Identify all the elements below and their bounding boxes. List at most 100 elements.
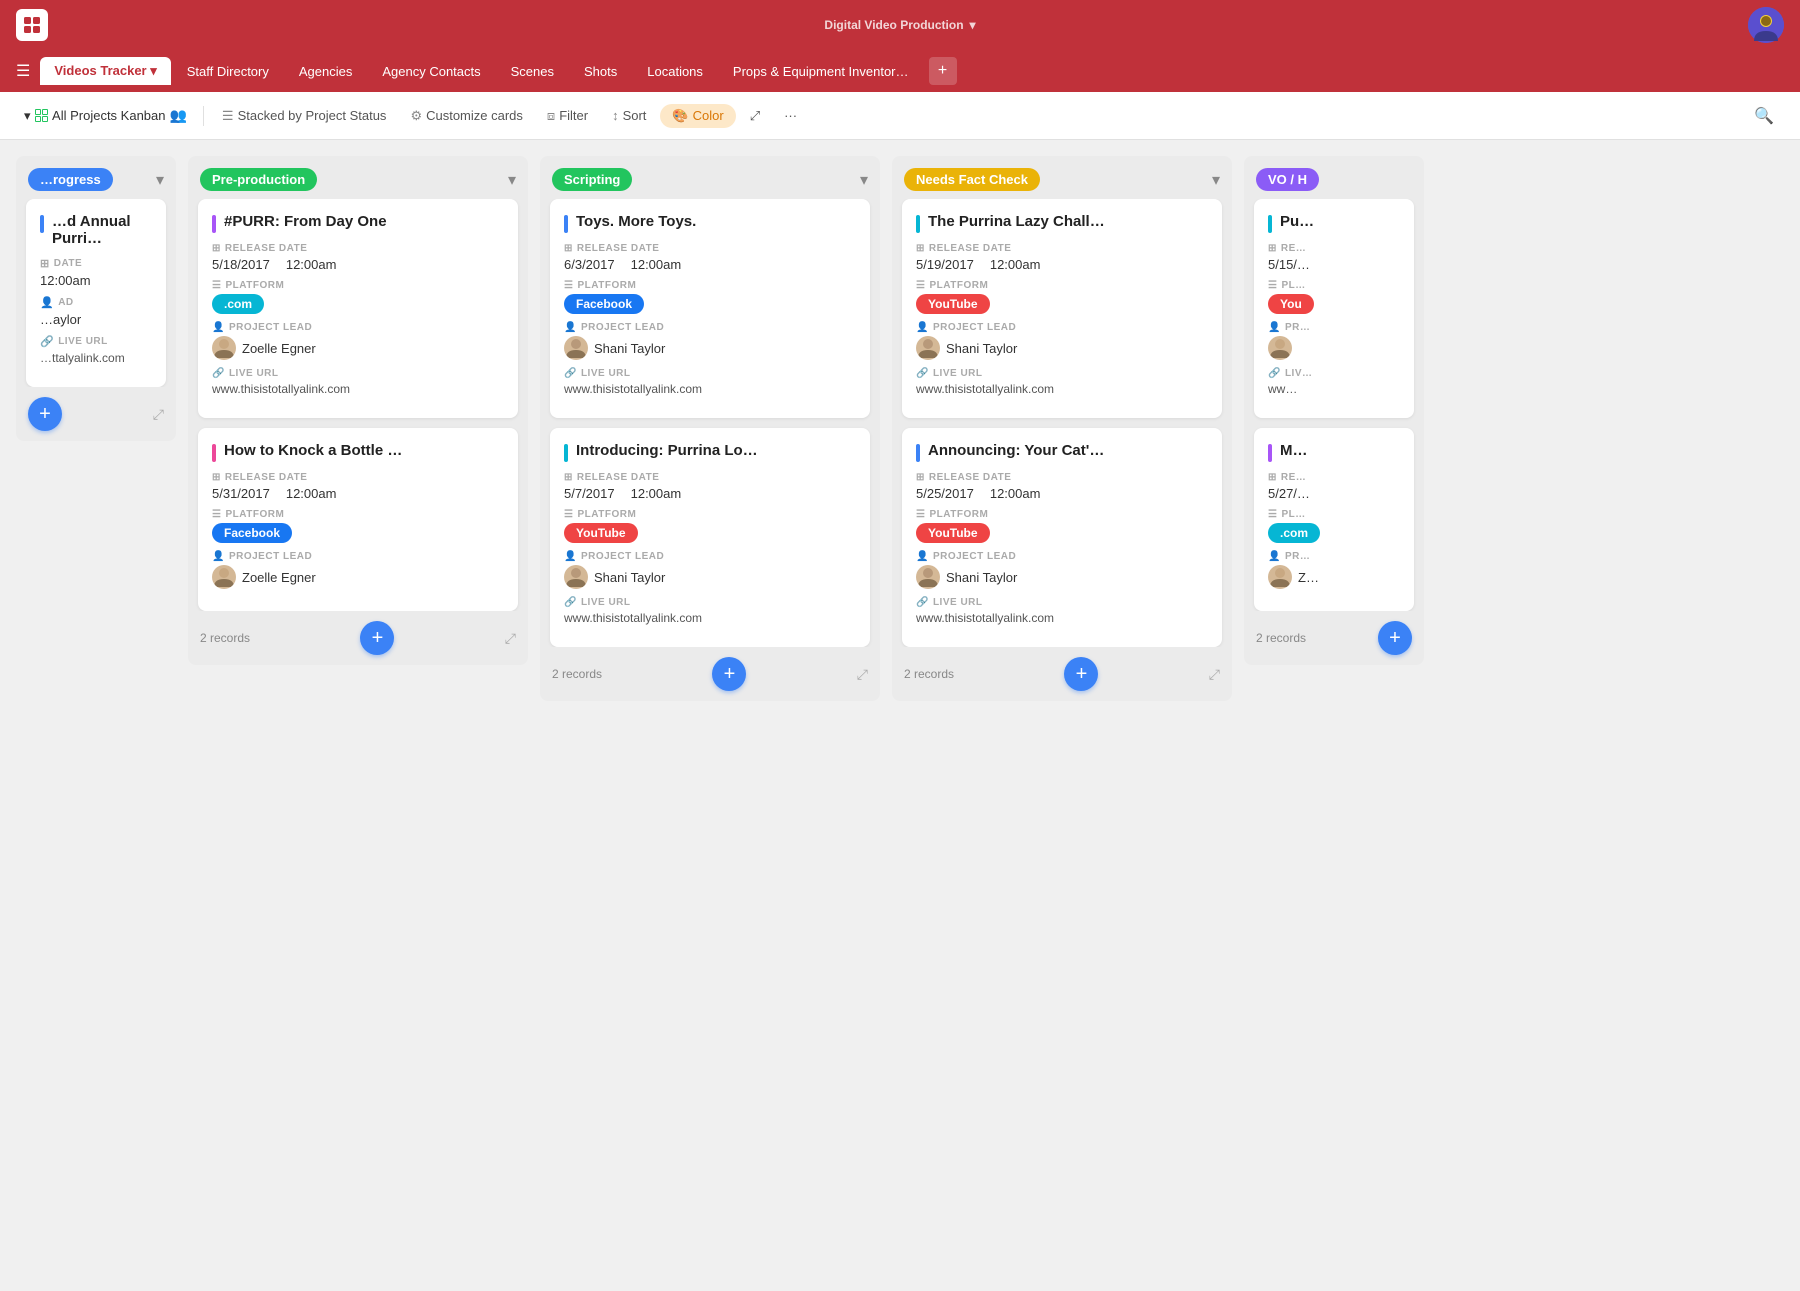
column-pre-production: Pre-production ▾ #PURR: From Day One ⊞ R… [188, 156, 528, 665]
card-field-release-vo-1: ⊞ RE… 5/15/… [1268, 243, 1400, 272]
sort-button[interactable]: ↕ Sort [602, 104, 656, 127]
app-title: Digital Video Production ▾ [824, 18, 975, 32]
expand-icon-in-progress[interactable]: ⤢ [153, 406, 164, 423]
card-color-bar [212, 444, 216, 462]
card-field-project-lead-4: 👤 PROJECT LEAD Shani Taylor [564, 551, 856, 589]
column-chevron-scripting[interactable]: ▾ [860, 170, 868, 190]
card-field-lead-vo-1: 👤 PR… [1268, 322, 1400, 360]
card-announcing-your-cat[interactable]: Announcing: Your Cat'… ⊞ RELEASE DATE 5/… [902, 428, 1222, 647]
card-color-bar [1268, 444, 1272, 462]
customize-label: Customize cards [426, 108, 523, 123]
add-card-button-in-progress[interactable]: + [28, 397, 62, 431]
card-toys-more-toys[interactable]: Toys. More Toys. ⊞ RELEASE DATE 6/3/2017… [550, 199, 870, 418]
card-field-release-date-5: ⊞ RELEASE DATE 5/19/2017 12:00am [916, 243, 1208, 272]
add-card-button-pre-production[interactable]: + [360, 621, 394, 655]
live-url-1: www.thisistotallyalink.com [212, 382, 504, 396]
column-header-vo: VO / H [1244, 156, 1424, 199]
column-cards-fact-check: The Purrina Lazy Chall… ⊞ RELEASE DATE 5… [892, 199, 1232, 647]
card-vo-2[interactable]: M… ⊞ RE… 5/27/… ☰ PL… .com [1254, 428, 1414, 611]
card-field-release-date: ⊞ DATE 12:00am [40, 257, 152, 288]
card-vo-1[interactable]: Pu… ⊞ RE… 5/15/… ☰ PL… You [1254, 199, 1414, 418]
release-date-icon: ⊞ [212, 243, 221, 254]
card-introducing-purrina[interactable]: Introducing: Purrina Lo… ⊞ RELEASE DATE … [550, 428, 870, 647]
lead-avatar-6 [916, 565, 940, 589]
card-field-project-lead-partial: 👤 AD …aylor [40, 296, 152, 327]
live-url-vo-1: ww… [1268, 382, 1400, 396]
nav-tab-locations[interactable]: Locations [633, 58, 717, 85]
card-field-release-date-4: ⊞ RELEASE DATE 5/7/2017 12:00am [564, 472, 856, 501]
records-count-scripting: 2 records [552, 667, 602, 681]
column-chevron-in-progress[interactable]: ▾ [156, 170, 164, 190]
app-logo[interactable] [16, 9, 48, 41]
menu-icon[interactable]: ☰ [8, 53, 38, 89]
card-field-live-url-4: 🔗 LIVE URL www.thisistotallyalink.com [564, 597, 856, 625]
nav-tab-props[interactable]: Props & Equipment Inventor… [719, 58, 923, 85]
lead-icon: 👤 [212, 322, 225, 333]
platform-icon: ☰ [564, 280, 573, 291]
card-color-bar [564, 444, 568, 462]
column-cards-vo: Pu… ⊞ RE… 5/15/… ☰ PL… You [1244, 199, 1424, 611]
filter-label: Filter [559, 108, 588, 123]
more-button[interactable]: ··· [774, 104, 807, 127]
nav-tab-shots[interactable]: Shots [570, 58, 631, 85]
nav-add-button[interactable]: + [929, 57, 957, 85]
expand-icon-scripting[interactable]: ⤢ [857, 666, 868, 683]
lead-avatar-5 [916, 336, 940, 360]
platform-icon: ☰ [916, 509, 925, 520]
platform-badge-4: YouTube [564, 523, 638, 543]
platform-icon: ☰ [212, 509, 221, 520]
url-icon: 🔗 [564, 368, 577, 379]
filter-button[interactable]: ⧈ Filter [537, 104, 598, 128]
lead-icon: 👤 [564, 322, 577, 333]
nav-tab-agency-contacts[interactable]: Agency Contacts [368, 58, 494, 85]
nav-tab-scenes[interactable]: Scenes [497, 58, 568, 85]
card-field-platform-6: ☰ PLATFORM YouTube [916, 509, 1208, 543]
card-field-platform-4: ☰ PLATFORM YouTube [564, 509, 856, 543]
dropdown-arrow-icon: ▾ [24, 108, 31, 124]
user-avatar[interactable] [1748, 7, 1784, 43]
column-cards-in-progress: …d Annual Purri… ⊞ DATE 12:00am 👤 AD … [16, 199, 176, 387]
release-date-icon: ⊞ [916, 472, 925, 483]
sort-label: Sort [623, 108, 647, 123]
nav-tab-staff-directory[interactable]: Staff Directory [173, 58, 283, 85]
expand-icon-fact-check[interactable]: ⤢ [1209, 666, 1220, 683]
add-card-button-scripting[interactable]: + [712, 657, 746, 691]
platform-badge-vo-1: You [1268, 294, 1314, 314]
color-button[interactable]: 🎨 Color [660, 104, 735, 128]
color-label: Color [693, 108, 724, 123]
search-button[interactable]: 🔍 [1744, 102, 1784, 130]
project-lead-vo-2: Z… [1268, 565, 1400, 589]
stack-button[interactable]: ☰ Stacked by Project Status [212, 104, 397, 128]
card-title-purrina: Introducing: Purrina Lo… [564, 442, 856, 462]
expand-icon-pre-production[interactable]: ⤢ [505, 630, 516, 647]
card-field-project-lead-3: 👤 PROJECT LEAD Shani Taylor [564, 322, 856, 360]
nav-tab-videos-tracker[interactable]: Videos Tracker ▾ [40, 57, 170, 85]
card-field-live-url-6: 🔗 LIVE URL www.thisistotallyalink.com [916, 597, 1208, 625]
card-field-release-date-2: ⊞ RELEASE DATE 5/31/2017 12:00am [212, 472, 504, 501]
nav-bar: ☰ Videos Tracker ▾ Staff Directory Agenc… [0, 50, 1800, 92]
toolbar: ▾ All Projects Kanban 👥 ☰ Stacked by Pro… [0, 92, 1800, 140]
add-card-button-vo[interactable]: + [1378, 621, 1412, 655]
app-title-dropdown-icon[interactable]: ▾ [970, 18, 976, 32]
view-dropdown[interactable]: ▾ All Projects Kanban 👥 [16, 103, 195, 128]
nav-tab-agencies[interactable]: Agencies [285, 58, 366, 85]
fullscreen-button[interactable]: ⤢ [740, 104, 770, 128]
column-chevron-fact-check[interactable]: ▾ [1212, 170, 1220, 190]
lead-icon: 👤 [1268, 322, 1281, 333]
card-annual-purri[interactable]: …d Annual Purri… ⊞ DATE 12:00am 👤 AD … [26, 199, 166, 387]
customize-button[interactable]: ⚙ Customize cards [400, 104, 532, 128]
card-knock-bottle[interactable]: How to Knock a Bottle … ⊞ RELEASE DATE 5… [198, 428, 518, 611]
top-bar: Digital Video Production ▾ [0, 0, 1800, 50]
live-url-3: www.thisistotallyalink.com [564, 382, 856, 396]
add-card-button-fact-check[interactable]: + [1064, 657, 1098, 691]
card-purr-from-day-one[interactable]: #PURR: From Day One ⊞ RELEASE DATE 5/18/… [198, 199, 518, 418]
card-purrina-lazy[interactable]: The Purrina Lazy Chall… ⊞ RELEASE DATE 5… [902, 199, 1222, 418]
project-lead-1: Zoelle Egner [212, 336, 504, 360]
project-lead-6: Shani Taylor [916, 565, 1208, 589]
column-badge-vo: VO / H [1256, 168, 1319, 191]
app-title-text: Digital Video Production [824, 18, 963, 32]
column-chevron-pre-production[interactable]: ▾ [508, 170, 516, 190]
card-field-project-lead-1: 👤 PROJECT LEAD Zoelle Egner [212, 322, 504, 360]
card-field-release-date-6: ⊞ RELEASE DATE 5/25/2017 12:00am [916, 472, 1208, 501]
column-header-fact-check: Needs Fact Check ▾ [892, 156, 1232, 199]
